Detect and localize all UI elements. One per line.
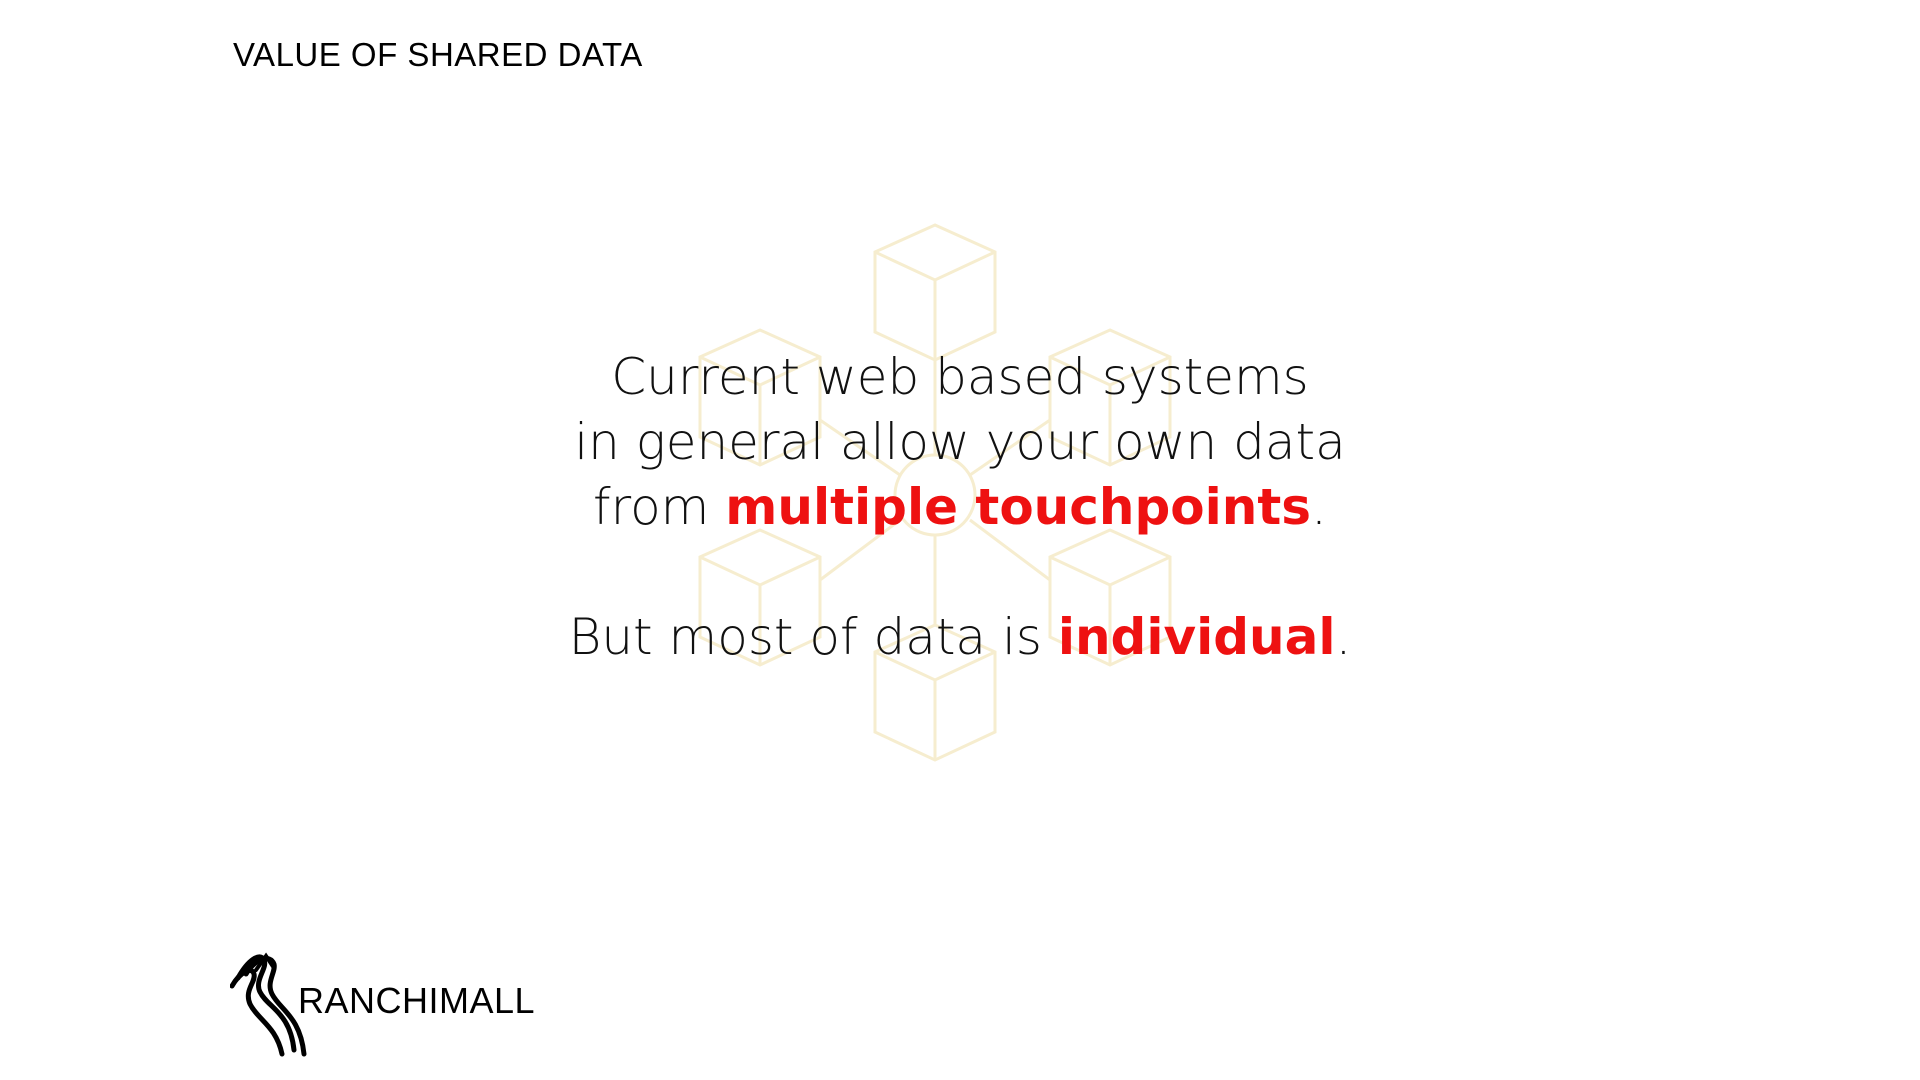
message-line-1: Current web based systems [611, 348, 1309, 406]
message-line-4: But most of data is individual. [460, 605, 1460, 670]
message-line-4-prefix: But most of data is [568, 608, 1058, 666]
message-line-2: in general allow your own data [574, 413, 1346, 471]
highlight-multiple-touchpoints: multiple touchpoints [725, 478, 1312, 536]
message-line-3: from multiple touchpoints. [460, 475, 1460, 540]
message-gap [460, 540, 1460, 605]
logo-text: RANCHIMALL [298, 980, 536, 1021]
slide: VALUE OF SHARED DATA Current web based s… [0, 0, 1920, 1080]
message-line-3-suffix: . [1311, 478, 1327, 536]
message-line-3-prefix: from [593, 478, 726, 536]
highlight-individual: individual [1057, 608, 1336, 666]
main-message: Current web based systems in general all… [460, 345, 1460, 670]
ranchimall-logo: RANCHIMALL [230, 950, 535, 1060]
message-line-4-suffix: . [1335, 608, 1352, 666]
slide-title: VALUE OF SHARED DATA [233, 36, 643, 73]
